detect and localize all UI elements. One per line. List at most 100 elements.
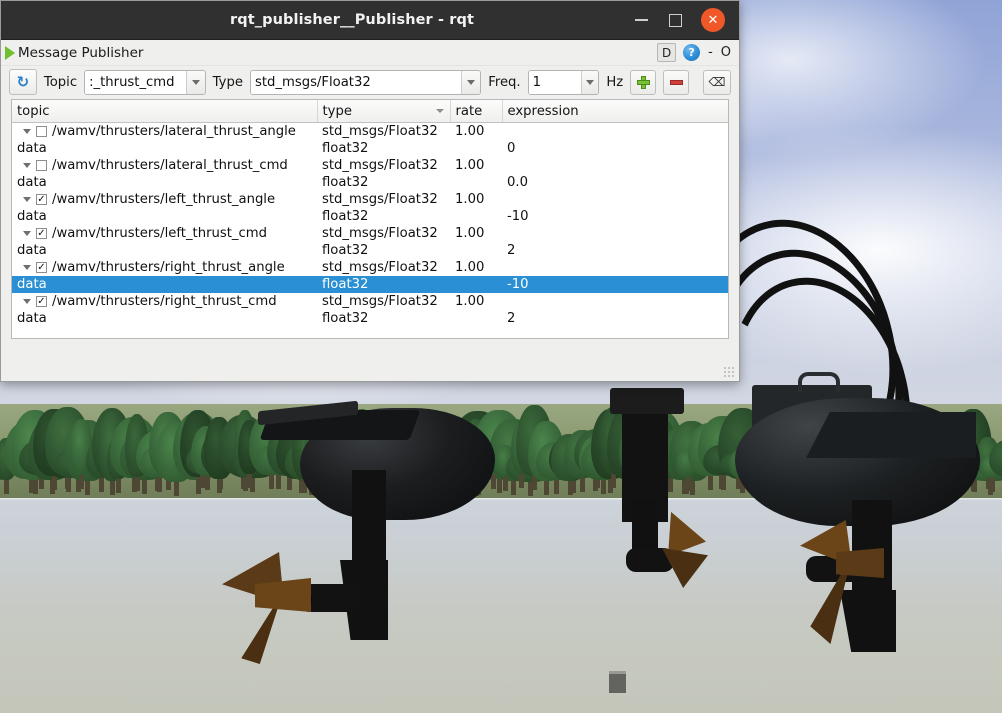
cell-type[interactable]: float32: [317, 276, 450, 293]
cell-rate[interactable]: 1.00: [450, 123, 502, 141]
clear-all-button[interactable]: ⌫: [703, 69, 731, 95]
row-checkbox[interactable]: ✓: [36, 228, 47, 239]
dock-minimize-button[interactable]: -: [707, 45, 714, 60]
cell-rate[interactable]: [450, 174, 502, 191]
cell-type[interactable]: float32: [317, 310, 450, 327]
expander-chevron-down-icon[interactable]: [23, 265, 31, 270]
row-checkbox[interactable]: ✓: [36, 194, 47, 205]
dock-controls[interactable]: D ? - O: [657, 43, 731, 62]
cell-topic[interactable]: ✓ /wamv/thrusters/right_thrust_angle: [12, 259, 317, 276]
table-row[interactable]: data float32 2: [12, 310, 728, 327]
type-combobox[interactable]: std_msgs/Float32: [249, 69, 482, 95]
table-row[interactable]: data float32 -10: [12, 208, 728, 225]
cell-type[interactable]: float32: [317, 174, 450, 191]
expander-chevron-down-icon[interactable]: [23, 299, 31, 304]
row-checkbox[interactable]: ✓: [36, 262, 47, 273]
cell-expression[interactable]: [502, 259, 728, 276]
publisher-table-container[interactable]: topic type rate expression /wamv/thruste…: [11, 99, 729, 339]
cell-rate[interactable]: [450, 140, 502, 157]
expander-chevron-down-icon[interactable]: [23, 163, 31, 168]
cell-topic[interactable]: ✓ /wamv/thrusters/right_thrust_cmd: [12, 293, 317, 310]
row-checkbox[interactable]: ✓: [36, 296, 47, 307]
cell-type[interactable]: std_msgs/Float32: [317, 293, 450, 310]
cell-rate[interactable]: [450, 242, 502, 259]
cell-topic[interactable]: data: [12, 208, 317, 225]
dock-close-button[interactable]: O: [721, 45, 731, 60]
table-row[interactable]: data float32 -10: [12, 276, 728, 293]
row-checkbox[interactable]: [36, 126, 47, 137]
cell-topic[interactable]: ✓ /wamv/thrusters/left_thrust_cmd: [12, 225, 317, 242]
cell-rate[interactable]: 1.00: [450, 259, 502, 276]
cell-rate[interactable]: [450, 208, 502, 225]
cell-topic[interactable]: data: [12, 140, 317, 157]
freq-combobox[interactable]: 1: [527, 69, 600, 95]
cell-type[interactable]: std_msgs/Float32: [317, 259, 450, 276]
topic-combobox[interactable]: :_thrust_cmd: [84, 69, 206, 95]
dock-d-button[interactable]: D: [657, 43, 677, 62]
table-row[interactable]: ✓ /wamv/thrusters/left_thrust_angle std_ms…: [12, 191, 728, 208]
table-row[interactable]: data float32 0.0: [12, 174, 728, 191]
cell-expression[interactable]: [502, 191, 728, 208]
cell-type[interactable]: float32: [317, 208, 450, 225]
table-row[interactable]: ✓ /wamv/thrusters/right_thrust_cmd std_msg…: [12, 293, 728, 310]
column-header-rate[interactable]: rate: [450, 100, 503, 123]
cell-topic[interactable]: data: [12, 276, 317, 293]
cell-rate[interactable]: [450, 276, 502, 293]
column-header-type[interactable]: type: [317, 100, 451, 123]
table-row[interactable]: /wamv/thrusters/lateral_thrust_angle std_…: [12, 123, 728, 141]
expander-chevron-down-icon[interactable]: [23, 231, 31, 236]
cell-type[interactable]: std_msgs/Float32: [317, 157, 450, 174]
column-header-expression[interactable]: expression: [502, 100, 728, 123]
resize-grip[interactable]: [723, 366, 735, 378]
freq-chevron-down-icon[interactable]: [580, 70, 599, 94]
remove-publisher-button[interactable]: [663, 69, 690, 95]
expander-chevron-down-icon[interactable]: [23, 129, 31, 134]
type-value[interactable]: std_msgs/Float32: [250, 70, 461, 94]
cell-rate[interactable]: 1.00: [450, 191, 502, 208]
maximize-icon[interactable]: [667, 12, 683, 28]
cell-expression[interactable]: 0: [502, 140, 728, 157]
table-row[interactable]: ✓ /wamv/thrusters/right_thrust_angle std_m…: [12, 259, 728, 276]
window-buttons[interactable]: ✕: [633, 8, 739, 32]
table-row[interactable]: data float32 0: [12, 140, 728, 157]
expander-chevron-down-icon[interactable]: [23, 197, 31, 202]
close-icon[interactable]: ✕: [701, 8, 725, 32]
cell-rate[interactable]: 1.00: [450, 293, 502, 310]
cell-type[interactable]: std_msgs/Float32: [317, 225, 450, 242]
cell-topic[interactable]: data: [12, 174, 317, 191]
help-icon[interactable]: ?: [683, 44, 701, 61]
table-row[interactable]: data float32 2: [12, 242, 728, 259]
cell-expression[interactable]: [502, 157, 728, 174]
cell-topic[interactable]: /wamv/thrusters/lateral_thrust_angle: [12, 123, 317, 141]
cell-rate[interactable]: [450, 310, 502, 327]
freq-value[interactable]: 1: [528, 70, 581, 94]
minimize-icon[interactable]: [633, 12, 649, 28]
cell-expression[interactable]: 2: [502, 310, 728, 327]
window-titlebar[interactable]: rqt_publisher__Publisher - rqt ✕: [1, 1, 739, 40]
cell-rate[interactable]: 1.00: [450, 225, 502, 242]
cell-rate[interactable]: 1.00: [450, 157, 502, 174]
play-icon[interactable]: [5, 45, 15, 60]
type-chevron-down-icon[interactable]: [461, 70, 481, 94]
cell-topic[interactable]: data: [12, 242, 317, 259]
cell-type[interactable]: std_msgs/Float32: [317, 191, 450, 208]
cell-topic[interactable]: ✓ /wamv/thrusters/left_thrust_angle: [12, 191, 317, 208]
table-row[interactable]: ✓ /wamv/thrusters/left_thrust_cmd std_msgs…: [12, 225, 728, 242]
cell-topic[interactable]: data: [12, 310, 317, 327]
table-row[interactable]: /wamv/thrusters/lateral_thrust_cmd std_ms…: [12, 157, 728, 174]
cell-topic[interactable]: /wamv/thrusters/lateral_thrust_cmd: [12, 157, 317, 174]
cell-expression[interactable]: 2: [502, 242, 728, 259]
rqt-publisher-window[interactable]: rqt_publisher__Publisher - rqt ✕ Message…: [0, 0, 740, 382]
cell-type[interactable]: std_msgs/Float32: [317, 123, 450, 141]
cell-expression[interactable]: [502, 123, 728, 141]
cell-expression[interactable]: [502, 293, 728, 310]
cell-expression[interactable]: -10: [502, 276, 728, 293]
cell-expression[interactable]: [502, 225, 728, 242]
cell-type[interactable]: float32: [317, 140, 450, 157]
topic-chevron-down-icon[interactable]: [186, 70, 205, 94]
topic-value[interactable]: :_thrust_cmd: [85, 70, 187, 94]
refresh-icon[interactable]: ↻: [9, 69, 37, 95]
column-header-topic[interactable]: topic: [12, 100, 318, 123]
cell-expression[interactable]: -10: [502, 208, 728, 225]
cell-expression[interactable]: 0.0: [502, 174, 728, 191]
